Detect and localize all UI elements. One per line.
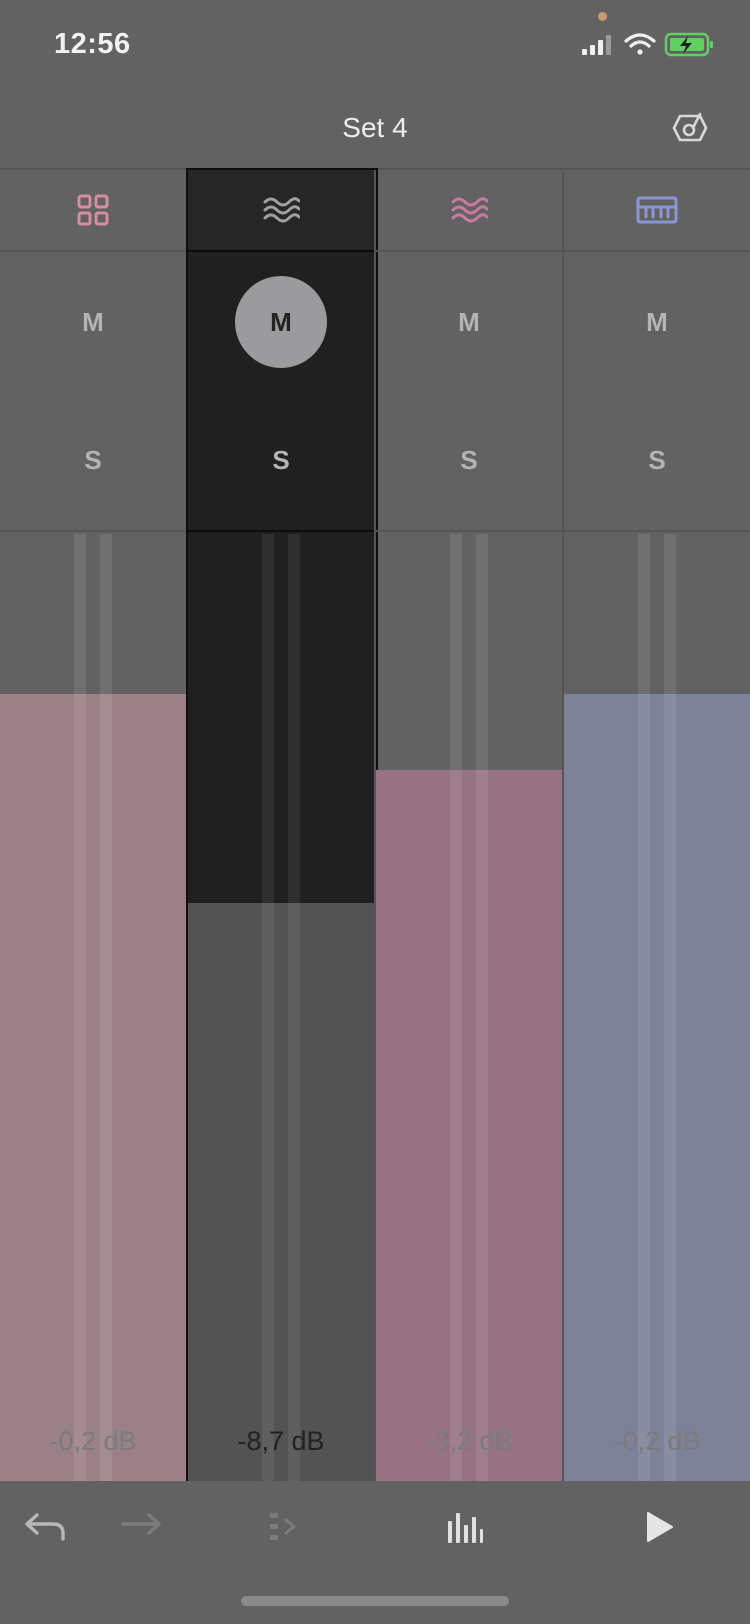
status-bar: 12:56 [0,0,750,90]
mute-button[interactable]: M [611,276,703,368]
solo-button[interactable]: S [235,414,327,506]
volume-readout: -8,7 dB [237,1426,325,1456]
mute-button[interactable]: M [423,276,515,368]
play-button[interactable] [628,1503,688,1551]
mute-button[interactable]: M [47,276,139,368]
level-meter-left [262,534,274,1483]
wifi-icon [624,33,656,55]
level-meter-left [74,534,86,1483]
play-icon [647,1512,673,1542]
mute-solo-area: M S [188,252,374,532]
wave-icon [451,197,488,223]
level-meter-right [664,534,676,1483]
mute-solo-area: M S [376,252,562,532]
track-strip[interactable]: M S -3,2 dB [376,170,564,1483]
track-strip[interactable]: M S -8,7 dB [186,168,378,1485]
mixer-view-button[interactable] [434,1503,494,1551]
capture-icon [270,1513,296,1540]
level-meter-left [450,534,462,1483]
level-meter-left [638,534,650,1483]
redo-button[interactable] [110,1503,170,1551]
mixer-icon [448,1513,483,1543]
track-header[interactable] [188,170,374,252]
track-header[interactable] [0,170,186,252]
volume-readout: -0,2 dB [49,1426,137,1456]
mute-button[interactable]: M [235,276,327,368]
level-meter-right [100,534,112,1483]
header: Set 4 [0,96,750,168]
keyboard-icon [636,196,678,224]
redo-icon [121,1513,161,1535]
fader-fill [188,903,374,1483]
status-time: 12:56 [54,28,131,60]
undo-button[interactable] [16,1503,76,1551]
bottom-toolbar [0,1481,750,1624]
track-strip[interactable]: M S -0,2 dB [564,170,750,1483]
solo-button[interactable]: S [611,414,703,506]
volume-readout: -0,2 dB [613,1426,701,1456]
volume-fader[interactable]: -0,2 dB [564,532,750,1483]
cellular-signal-icon [582,35,611,55]
fader-fill [564,694,750,1483]
status-icons [582,32,713,57]
wave-icon [263,197,300,223]
mixer: M S -0,2 dB M S -8,7 dB M S -3,2 dB M S … [0,168,750,1485]
level-meter-right [476,534,488,1483]
volume-fader[interactable]: -8,7 dB [188,532,374,1483]
mute-solo-area: M S [0,252,186,532]
track-strip[interactable]: M S -0,2 dB [0,170,188,1483]
fader-fill [0,694,186,1483]
capture-button[interactable] [254,1503,314,1551]
track-header[interactable] [564,170,750,252]
fader-fill [376,770,562,1483]
tuner-icon[interactable] [670,108,710,148]
privacy-indicator [598,12,607,21]
battery-charging-icon [664,32,713,57]
mute-solo-area: M S [564,252,750,532]
grid-icon [77,194,109,226]
volume-fader[interactable]: -0,2 dB [0,532,186,1483]
set-title: Set 4 [342,112,408,143]
undo-icon [25,1513,65,1541]
level-meter-right [288,534,300,1483]
home-indicator [241,1596,509,1606]
solo-button[interactable]: S [423,414,515,506]
track-header[interactable] [376,170,562,252]
volume-readout: -3,2 dB [425,1426,513,1456]
solo-button[interactable]: S [47,414,139,506]
volume-fader[interactable]: -3,2 dB [376,532,562,1483]
